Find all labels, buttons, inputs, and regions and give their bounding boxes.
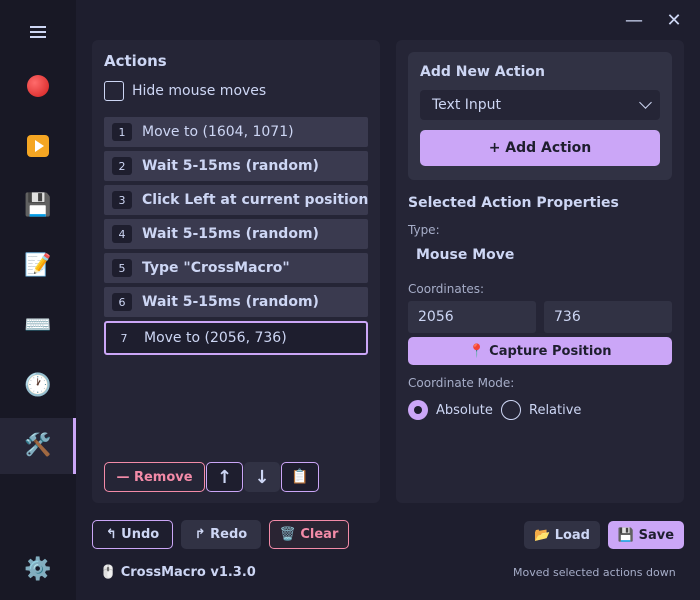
action-number: 6 [112, 293, 132, 311]
properties-panel: Add New Action Text Input + Add Action S… [396, 40, 684, 503]
record-button[interactable] [0, 58, 76, 114]
action-label: Wait 5-15ms (random) [142, 226, 319, 242]
add-action-section: Add New Action Text Input + Add Action [408, 52, 672, 180]
editor-button[interactable]: 🛠️ [0, 418, 76, 474]
close-icon: ✕ [666, 9, 682, 31]
action-label: Wait 5-15ms (random) [142, 158, 319, 174]
menu-button[interactable] [0, 4, 76, 60]
move-down-button[interactable]: ↓ [244, 462, 280, 492]
action-label: Move to (1604, 1071) [142, 124, 294, 140]
action-item-5[interactable]: 5 Type "CrossMacro" [104, 253, 368, 283]
action-number: 1 [112, 123, 132, 141]
clear-button[interactable]: 🗑️ Clear [269, 520, 349, 549]
action-item-2[interactable]: 2 Wait 5-15ms (random) [104, 151, 368, 181]
action-type-select[interactable]: Text Input [420, 90, 660, 120]
hide-mouse-moves-label: Hide mouse moves [132, 83, 267, 99]
settings-gear-icon: ⚙️ [24, 557, 52, 582]
coordinate-mode-label: Coordinate Mode: [408, 376, 515, 390]
type-value: Mouse Move [416, 247, 515, 263]
chevron-down-icon [639, 96, 652, 109]
action-number: 5 [112, 259, 132, 277]
properties-title: Selected Action Properties [408, 195, 619, 211]
save-button[interactable]: 💾 Save [608, 521, 684, 549]
files-button[interactable]: 💾 [0, 178, 76, 234]
y-coordinate-input[interactable]: 736 [544, 301, 672, 333]
add-action-title: Add New Action [420, 64, 545, 80]
memo-icon: 📝 [24, 253, 52, 278]
action-item-1[interactable]: 1 Move to (1604, 1071) [104, 117, 368, 147]
action-number: 3 [112, 191, 132, 209]
action-label: Click Left at current position [142, 192, 368, 208]
action-item-7[interactable]: 7 Move to (2056, 736) [104, 321, 368, 355]
actions-panel: Actions Hide mouse moves 1 Move to (1604… [92, 40, 380, 503]
text-expansion-button[interactable]: 📝 [0, 238, 76, 294]
minimize-icon: — [625, 9, 643, 31]
save-disk-icon: 💾 [24, 193, 52, 218]
action-label: Wait 5-15ms (random) [142, 294, 319, 310]
absolute-label: Absolute [436, 403, 493, 418]
remove-button[interactable]: — Remove [104, 462, 205, 492]
clock-icon: 🕐 [24, 373, 52, 398]
action-number: 2 [112, 157, 132, 175]
capture-position-button[interactable]: 📍 Capture Position [408, 337, 672, 365]
hide-mouse-moves-checkbox[interactable] [104, 81, 124, 101]
coordinates-label: Coordinates: [408, 282, 485, 296]
duplicate-button[interactable]: 📋 [281, 462, 319, 492]
status-text: Moved selected actions down [513, 566, 676, 579]
action-item-4[interactable]: 4 Wait 5-15ms (random) [104, 219, 368, 249]
action-type-value: Text Input [432, 97, 502, 113]
sidebar: 💾 📝 ⌨️ 🕐 🛠️ ⚙️ [0, 0, 76, 600]
settings-button[interactable]: ⚙️ [0, 542, 76, 598]
tools-icon: 🛠️ [24, 433, 52, 458]
actions-title: Actions [104, 52, 167, 70]
shortcuts-button[interactable]: ⌨️ [0, 298, 76, 354]
app-version: 🖱️ CrossMacro v1.3.0 [100, 565, 256, 580]
playback-button[interactable] [0, 118, 76, 174]
load-button[interactable]: 📂 Load [524, 521, 600, 549]
add-action-button[interactable]: + Add Action [420, 130, 660, 166]
action-item-6[interactable]: 6 Wait 5-15ms (random) [104, 287, 368, 317]
action-number: 7 [114, 329, 134, 347]
scheduler-button[interactable]: 🕐 [0, 358, 76, 414]
action-item-3[interactable]: 3 Click Left at current position [104, 185, 368, 215]
menu-icon [30, 23, 46, 41]
action-label: Move to (2056, 736) [144, 330, 287, 346]
x-coordinate-input[interactable]: 2056 [408, 301, 536, 333]
relative-label: Relative [529, 403, 582, 418]
action-number: 4 [112, 225, 132, 243]
arrow-up-icon: ↑ [216, 466, 233, 488]
type-label: Type: [408, 223, 440, 237]
undo-button[interactable]: ↰ Undo [92, 520, 173, 549]
record-icon [27, 75, 49, 97]
minimize-button[interactable]: — [624, 9, 644, 31]
action-label: Type "CrossMacro" [142, 260, 290, 276]
move-up-button[interactable]: ↑ [206, 462, 243, 492]
absolute-radio[interactable] [408, 400, 428, 420]
redo-button[interactable]: ↱ Redo [181, 520, 261, 549]
keyboard-icon: ⌨️ [24, 313, 52, 338]
close-button[interactable]: ✕ [664, 9, 684, 31]
play-icon [27, 135, 49, 157]
arrow-down-icon: ↓ [254, 466, 270, 488]
relative-radio[interactable] [501, 400, 521, 420]
clipboard-icon: 📋 [291, 469, 309, 485]
